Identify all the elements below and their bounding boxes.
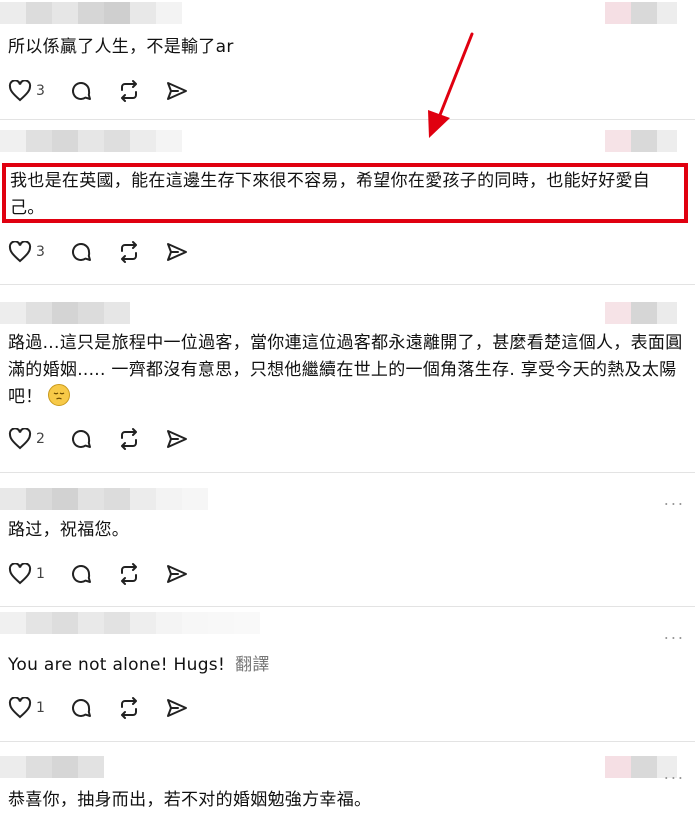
blurred-avatar [605,130,677,152]
divider [0,606,695,607]
translate-link[interactable]: 翻譯 [235,655,270,675]
blurred-username [0,756,104,778]
comment-actions: 2 [8,427,213,451]
like-button[interactable]: 1 [8,563,45,585]
like-count: 3 [36,244,45,260]
blurred-username [0,488,208,510]
divider [0,472,695,473]
repost-button[interactable] [117,696,141,720]
like-button[interactable]: 3 [8,80,45,102]
heart-icon [8,80,32,102]
repost-button[interactable] [117,240,141,264]
repost-icon [120,428,137,450]
send-icon [166,82,187,100]
comment-actions: 1 [8,696,213,720]
comment-bubble-icon [71,699,91,717]
comment-text: 所以係贏了人生，不是輸了ar [8,37,234,57]
share-button[interactable] [165,696,189,720]
repost-icon [120,697,137,719]
repost-button[interactable] [117,562,141,586]
comment-text-content: You are not alone! Hugs! [8,655,226,675]
repost-icon [120,563,137,585]
like-count: 1 [36,566,45,582]
repost-button[interactable] [117,79,141,103]
reply-button[interactable] [69,562,93,586]
more-options-icon[interactable]: ... [664,624,685,643]
more-options-icon[interactable]: ... [664,764,685,783]
heart-icon [8,241,32,263]
blurred-username [0,2,182,24]
repost-icon [120,80,137,102]
share-button[interactable] [165,562,189,586]
comment-actions: 3 [8,240,213,264]
divider [0,119,695,120]
highlight-box [2,163,688,223]
like-button[interactable]: 3 [8,241,45,263]
comment-text: 路过，祝福您。 [8,520,130,540]
heart-icon [8,428,32,450]
send-icon [166,430,187,448]
comment-text-content: 路過...這只是旅程中一位過客，當你連這位過客都永遠離開了，甚麼看楚這個人，表面… [8,333,683,407]
comment-actions: 1 [8,562,213,586]
like-button[interactable]: 1 [8,697,45,719]
like-button[interactable]: 2 [8,428,45,450]
send-icon [166,699,187,717]
divider [0,741,695,742]
comment-text: 路過...這只是旅程中一位過客，當你連這位過客都永遠離開了，甚麼看楚這個人，表面… [8,330,683,411]
like-count: 1 [36,700,45,716]
send-icon [166,565,187,583]
blurred-username [0,612,260,634]
repost-button[interactable] [117,427,141,451]
blurred-avatar [605,2,677,24]
heart-icon [8,563,32,585]
blurred-username [0,302,130,324]
comment-text: You are not alone! Hugs! 翻譯 [8,652,683,679]
red-arrow-annotation [428,32,474,138]
comment-bubble-icon [71,82,91,100]
reply-button[interactable] [69,427,93,451]
pensive-face-emoji-icon [48,384,71,406]
comment-text: 恭喜你，抽身而出，若不对的婚姻勉強方幸福。 [8,790,372,810]
share-button[interactable] [165,79,189,103]
reply-button[interactable] [69,240,93,264]
like-count: 3 [36,83,45,99]
divider [0,284,695,285]
share-button[interactable] [165,427,189,451]
comment-bubble-icon [71,243,91,261]
comment-bubble-icon [71,430,91,448]
reply-button[interactable] [69,696,93,720]
send-icon [166,243,187,261]
blurred-avatar [605,302,677,324]
blurred-username [0,130,182,152]
share-button[interactable] [165,240,189,264]
heart-icon [8,697,32,719]
repost-icon [120,241,137,263]
comment-actions: 3 [8,79,213,103]
more-options-icon[interactable]: ... [664,490,685,509]
comment-bubble-icon [71,565,91,583]
reply-button[interactable] [69,79,93,103]
like-count: 2 [36,431,45,447]
